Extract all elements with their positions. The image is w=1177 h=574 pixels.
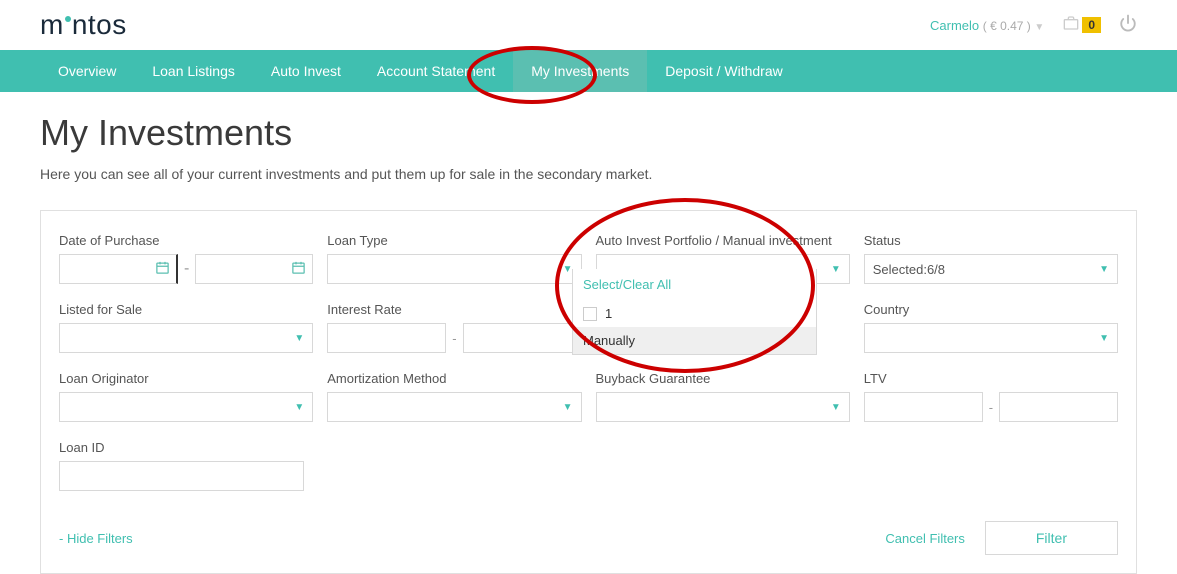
dropdown-option-1[interactable]: 1 [573, 300, 816, 327]
filter-loan-id: Loan ID [59, 440, 313, 491]
nav-deposit-withdraw[interactable]: Deposit / Withdraw [647, 50, 800, 92]
user-menu[interactable]: Carmelo ( € 0.47 ) ▼ [930, 18, 1044, 33]
date-from-input[interactable] [59, 254, 178, 284]
range-separator: - [452, 331, 456, 346]
ltv-from-input[interactable] [864, 392, 983, 422]
nav-label: Deposit / Withdraw [665, 63, 782, 79]
nav-loan-listings[interactable]: Loan Listings [134, 50, 253, 92]
nav-label: My Investments [531, 63, 629, 79]
filter-loan-originator: Loan Originator ▼ [59, 371, 313, 422]
status-value: Selected:6/8 [873, 262, 945, 277]
filter-status: Status Selected:6/8 ▼ [864, 233, 1118, 284]
page-title: My Investments [40, 112, 1137, 154]
nav-account-statement[interactable]: Account Statement [359, 50, 513, 92]
country-select[interactable]: ▼ [864, 323, 1118, 353]
range-separator: - [178, 260, 195, 278]
chevron-down-icon: ▼ [294, 402, 304, 413]
filter-buyback: Buyback Guarantee ▼ [596, 371, 850, 422]
nav-label: Overview [58, 63, 116, 79]
user-balance: ( € 0.47 ) [983, 19, 1031, 33]
main-nav: Overview Loan Listings Auto Invest Accou… [0, 50, 1177, 92]
filter-country: Country ▼ [864, 302, 1118, 353]
filter-label: Status [864, 233, 1118, 248]
filter-label: Loan Type [327, 233, 581, 248]
briefcase-button[interactable]: 0 [1062, 15, 1101, 36]
status-select[interactable]: Selected:6/8 ▼ [864, 254, 1118, 284]
filter-label: Loan Originator [59, 371, 313, 386]
buyback-select[interactable]: ▼ [596, 392, 850, 422]
hide-filters-link[interactable]: - Hide Filters [59, 531, 133, 546]
chevron-down-icon: ▼ [294, 333, 304, 344]
filter-label: Listed for Sale [59, 302, 313, 317]
logo-prefix: m [40, 9, 64, 41]
nav-auto-invest[interactable]: Auto Invest [253, 50, 359, 92]
interest-rate-to-input[interactable] [463, 323, 582, 353]
range-separator: - [989, 400, 993, 415]
dropdown-option-manually[interactable]: Manually [573, 327, 816, 354]
filter-label: Amortization Method [327, 371, 581, 386]
filter-label: LTV [864, 371, 1118, 386]
dropdown-option-label: Manually [583, 333, 635, 348]
filter-amortization: Amortization Method ▼ [327, 371, 581, 422]
auto-invest-dropdown-panel: Select/Clear All 1 Manually [572, 269, 817, 355]
loan-originator-select[interactable]: ▼ [59, 392, 313, 422]
nav-my-investments[interactable]: My Investments [513, 50, 647, 92]
calendar-icon [155, 260, 170, 279]
dropdown-select-clear-all[interactable]: Select/Clear All [573, 269, 816, 300]
filter-listed-for-sale: Listed for Sale ▼ [59, 302, 313, 353]
chevron-down-icon: ▼ [831, 264, 841, 275]
filter-label: Loan ID [59, 440, 313, 455]
filter-label: Auto Invest Portfolio / Manual investmen… [596, 233, 850, 248]
listed-for-sale-select[interactable]: ▼ [59, 323, 313, 353]
briefcase-icon [1062, 15, 1080, 36]
logout-button[interactable] [1119, 14, 1137, 37]
page-description: Here you can see all of your current inv… [40, 166, 1137, 182]
filter-label: Country [864, 302, 1118, 317]
nav-overview[interactable]: Overview [40, 50, 134, 92]
filter-label: Interest Rate [327, 302, 581, 317]
checkbox-icon [583, 307, 597, 321]
ltv-to-input[interactable] [999, 392, 1118, 422]
chevron-down-icon: ▼ [563, 264, 573, 275]
chevron-down-icon: ▼ [1099, 264, 1109, 275]
amortization-select[interactable]: ▼ [327, 392, 581, 422]
chevron-down-icon: ▼ [563, 402, 573, 413]
user-name: Carmelo [930, 18, 979, 33]
cancel-filters-link[interactable]: Cancel Filters [885, 531, 964, 546]
filter-button[interactable]: Filter [985, 521, 1118, 555]
interest-rate-from-input[interactable] [327, 323, 446, 353]
logo-suffix: ntos [72, 9, 127, 41]
filter-date-of-purchase: Date of Purchase - [59, 233, 313, 284]
mintos-logo[interactable]: mntos [40, 9, 127, 41]
nav-label: Auto Invest [271, 63, 341, 79]
briefcase-badge: 0 [1082, 17, 1101, 33]
nav-label: Loan Listings [152, 63, 235, 79]
filter-label: Date of Purchase [59, 233, 313, 248]
chevron-down-icon: ▼ [1099, 333, 1109, 344]
dropdown-option-label: 1 [605, 306, 612, 321]
date-to-input[interactable] [195, 254, 313, 284]
calendar-icon [291, 260, 306, 279]
filter-loan-type: Loan Type ▼ [327, 233, 581, 284]
chevron-down-icon: ▼ [831, 402, 841, 413]
loan-id-input[interactable] [59, 461, 304, 491]
filter-label: Buyback Guarantee [596, 371, 850, 386]
chevron-down-icon: ▼ [1034, 22, 1044, 33]
filter-interest-rate: Interest Rate - [327, 302, 581, 353]
loan-type-select[interactable]: ▼ [327, 254, 581, 284]
filter-ltv: LTV - [864, 371, 1118, 422]
filter-panel: Select/Clear All 1 Manually Date of Purc… [40, 210, 1137, 574]
logo-dot-icon [65, 16, 71, 22]
nav-label: Account Statement [377, 63, 495, 79]
